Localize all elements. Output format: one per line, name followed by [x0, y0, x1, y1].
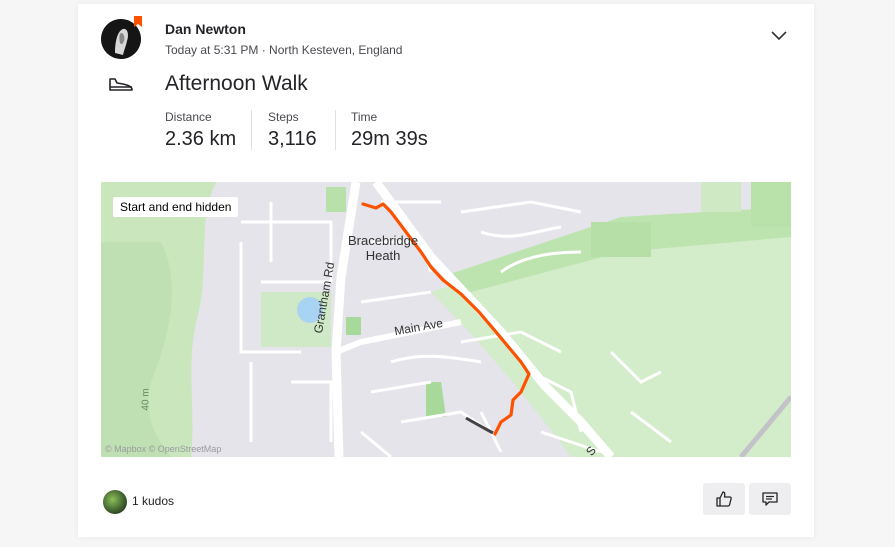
comment-button[interactable] — [749, 483, 791, 515]
stat-value: 29m 39s — [351, 128, 428, 150]
stat-value: 2.36 km — [165, 128, 237, 150]
subscriber-badge-icon — [134, 16, 142, 27]
stat-time: Time 29m 39s — [351, 110, 428, 151]
place-label-line2: Heath — [365, 248, 401, 263]
start-end-hidden-label: Start and end hidden — [113, 197, 239, 217]
thumbs-up-icon — [716, 491, 732, 507]
activity-date-location: Today at 5:31 PM · North Kesteven, Engla… — [165, 43, 403, 57]
stat-steps: Steps 3,116 — [268, 110, 317, 151]
athlete-name[interactable]: Dan Newton — [165, 21, 246, 37]
place-label-line1: Bracebridge — [348, 233, 419, 248]
activity-title[interactable]: Afternoon Walk — [165, 72, 308, 96]
stat-value: 3,116 — [268, 128, 317, 150]
place-label: Bracebridge Heath — [348, 233, 418, 263]
stat-distance: Distance 2.36 km — [165, 110, 236, 151]
route-map[interactable]: Start and end hidden Bracebridge Heath G… — [101, 182, 791, 457]
map-attribution[interactable]: © Mapbox © OpenStreetMap — [105, 444, 221, 454]
stat-label: Distance — [165, 110, 212, 124]
stat-label: Time — [351, 110, 378, 124]
map-canvas — [101, 182, 791, 457]
contour-label: 40 m — [140, 388, 152, 411]
kudos-button[interactable] — [703, 483, 745, 515]
shoe-icon — [109, 78, 133, 91]
stat-divider — [335, 110, 336, 150]
kudos-avatar[interactable] — [103, 490, 127, 514]
stat-label: Steps — [268, 110, 299, 124]
comment-icon — [762, 492, 778, 506]
kudos-count[interactable]: 1 kudos — [132, 494, 174, 508]
chevron-down-icon[interactable] — [770, 28, 788, 42]
stat-divider — [251, 110, 252, 150]
